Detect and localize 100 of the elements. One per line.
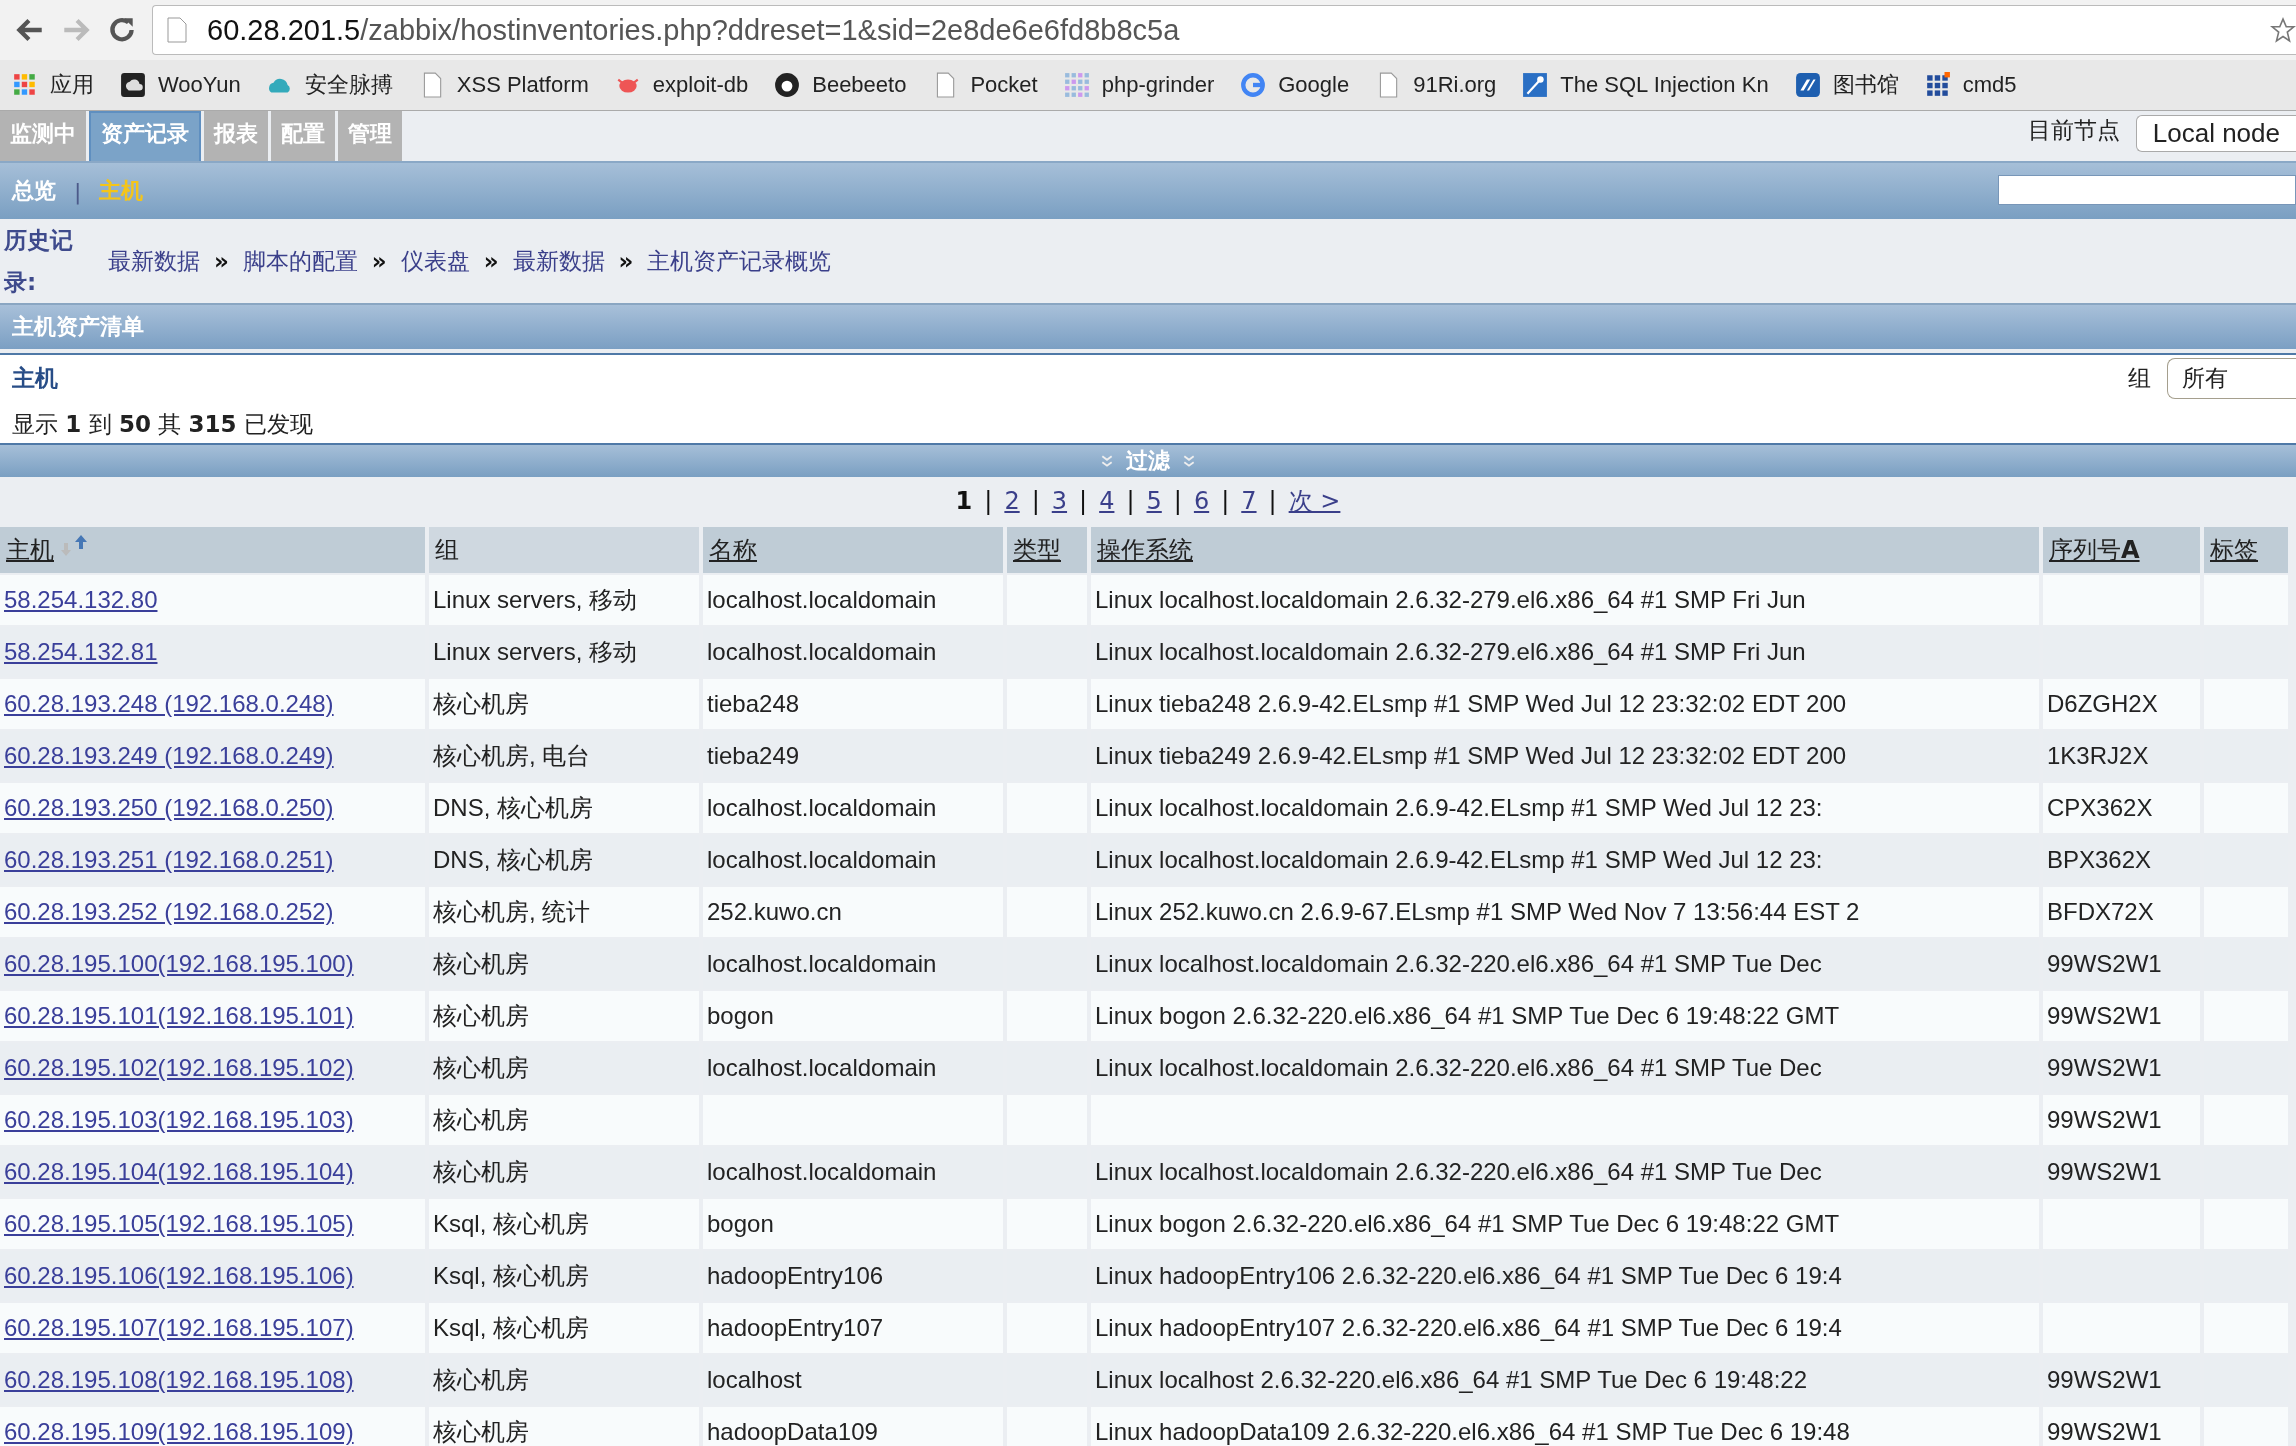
bookmark[interactable]: XSS Platform bbox=[418, 72, 589, 98]
page-link[interactable]: 2 bbox=[1004, 487, 1020, 515]
chevron-down-icon bbox=[1100, 454, 1114, 468]
table-cell: tieba248 bbox=[703, 679, 1003, 729]
breadcrumb-link[interactable]: 最新数据 bbox=[512, 245, 605, 277]
sort-arrows-icon bbox=[60, 534, 90, 558]
page-link[interactable]: 5 bbox=[1146, 487, 1162, 515]
table-cell: Linux bogon 2.6.32-220.el6.x86_64 #1 SMP Tue Dec 6 19:48:22 GMT bbox=[1091, 991, 2039, 1041]
page-link[interactable]: 3 bbox=[1051, 487, 1068, 515]
table-cell: Linux tieba248 2.6.9-42.ELsmp #1 SMP Wed Jul 12 23:32:02 EDT 200 bbox=[1091, 679, 2039, 729]
bookmark[interactable]: Google bbox=[1240, 72, 1350, 98]
table-cell: 核心机房 bbox=[429, 679, 699, 729]
bookmark[interactable]: php-grinder bbox=[1063, 72, 1215, 98]
star-icon[interactable] bbox=[2270, 17, 2296, 43]
table-cell: Linux 252.kuwo.cn 2.6.9-67.ELsmp #1 SMP Wed Nov 7 13:56:44 EST 2 bbox=[1091, 887, 2039, 937]
page-link[interactable]: 7 bbox=[1241, 487, 1257, 515]
page-separator: | bbox=[1268, 487, 1277, 515]
breadcrumb-separator: » bbox=[371, 248, 387, 274]
breadcrumb-separator: » bbox=[618, 248, 634, 274]
search-field[interactable] bbox=[1998, 175, 2296, 205]
breadcrumb-link[interactable]: 主机资产记录概览 bbox=[647, 245, 832, 277]
bookmark[interactable]: 图书馆 bbox=[1794, 70, 1899, 100]
result-summary: 显示 1 到 50 其 315 已发现 bbox=[12, 410, 313, 439]
column-header[interactable]: 名称 bbox=[703, 527, 1003, 573]
address-bar[interactable]: 60.28.201.5/zabbix/hostinventories.php?ddreset=1&sid=2e8de6e6fd8b8c5a bbox=[152, 5, 2296, 55]
host-link[interactable]: 60.28.193.248 (192.168.0.248) bbox=[0, 679, 425, 729]
breadcrumb-separator: » bbox=[483, 248, 499, 274]
table-cell: Linux hadoopEntry107 2.6.32-220.el6.x86_64 #1 SMP Tue Dec 6 19:4 bbox=[1091, 1303, 2039, 1353]
table-cell: CPX362X bbox=[2043, 783, 2200, 833]
bookmark[interactable]: The SQL Injection Kn bbox=[1522, 72, 1769, 98]
column-header[interactable]: 类型 bbox=[1007, 527, 1087, 573]
breadcrumb-link[interactable]: 脚本的配置 bbox=[242, 245, 358, 277]
bookmark-icon bbox=[12, 72, 38, 98]
table-cell: Linux localhost.localdomain 2.6.32-279.el6.x86_64 #1 SMP Fri Jun bbox=[1091, 575, 2039, 625]
table-cell: 核心机房 bbox=[429, 1095, 699, 1145]
bookmark-icon bbox=[1794, 72, 1821, 98]
host-link[interactable]: 60.28.195.105(192.168.195.105) bbox=[0, 1199, 425, 1249]
page-separator: | bbox=[1173, 487, 1182, 515]
bookmark[interactable]: 应用 bbox=[12, 70, 94, 100]
page-separator: | bbox=[984, 487, 993, 515]
group-select[interactable]: 所有 bbox=[2167, 357, 2296, 399]
page-separator: | bbox=[1126, 487, 1135, 515]
bookmark[interactable]: cmd5 bbox=[1924, 72, 2017, 98]
page-link[interactable]: 6 bbox=[1193, 487, 1210, 515]
table-cell: Ksql, 核心机房 bbox=[429, 1303, 699, 1353]
bookmark-icon bbox=[774, 72, 801, 98]
chevron-down-icon bbox=[1182, 454, 1196, 468]
column-header: 组 bbox=[429, 527, 699, 573]
table-cell: D6ZGH2X bbox=[2043, 679, 2200, 729]
page-link[interactable]: 1 bbox=[955, 487, 973, 515]
table-cell: Linux localhost.localdomain 2.6.9-42.ELsmp #1 SMP Wed Jul 12 23: bbox=[1091, 783, 2039, 833]
host-link[interactable]: 60.28.195.109(192.168.195.109) bbox=[0, 1407, 425, 1446]
host-link[interactable]: 60.28.193.250 (192.168.0.250) bbox=[0, 783, 425, 833]
host-link[interactable]: 60.28.195.107(192.168.195.107) bbox=[0, 1303, 425, 1353]
breadcrumb-link[interactable]: 最新数据 bbox=[108, 245, 200, 277]
table-cell: 99WS2W1 bbox=[2043, 1095, 2200, 1145]
column-header[interactable]: 操作系统 bbox=[1091, 527, 2039, 573]
host-link[interactable]: 58.254.132.80 bbox=[0, 575, 425, 625]
bookmark[interactable]: 安全脉搏 bbox=[266, 70, 393, 100]
host-link[interactable]: 60.28.193.252 (192.168.0.252) bbox=[0, 887, 425, 937]
bookmark[interactable]: WooYun bbox=[120, 72, 241, 98]
bookmark[interactable]: exploit-db bbox=[614, 72, 749, 98]
history-label: 历史记录: bbox=[3, 226, 74, 297]
breadcrumb-link[interactable]: 仪表盘 bbox=[400, 245, 470, 277]
table-cell: 核心机房, 统计 bbox=[429, 887, 699, 937]
page-icon bbox=[167, 17, 187, 43]
bookmark[interactable]: Beebeeto bbox=[774, 72, 907, 98]
table-cell: 252.kuwo.cn bbox=[703, 887, 1003, 937]
bookmark[interactable]: 91Ri.org bbox=[1375, 72, 1497, 98]
page-separator: | bbox=[1079, 487, 1088, 515]
panel-title: 主机 bbox=[12, 363, 58, 393]
node-select[interactable]: Local node bbox=[2135, 115, 2296, 152]
table-cell: Linux servers, 移动 bbox=[429, 575, 699, 625]
table-cell: bogon bbox=[703, 1199, 1003, 1249]
table-cell: DNS, 核心机房 bbox=[429, 783, 699, 833]
group-label: 组 bbox=[2128, 363, 2151, 393]
bookmark-icon bbox=[1924, 72, 1951, 98]
host-link[interactable]: 60.28.195.101(192.168.195.101) bbox=[0, 991, 425, 1041]
bookmark[interactable]: Pocket bbox=[932, 72, 1038, 98]
host-link[interactable]: 60.28.195.103(192.168.195.103) bbox=[0, 1095, 425, 1145]
table-cell: BFDX72X bbox=[2043, 887, 2200, 937]
column-header[interactable]: 主机 bbox=[0, 527, 425, 573]
page-link[interactable]: 4 bbox=[1099, 487, 1115, 515]
node-label: 目前节点 bbox=[2027, 116, 2120, 145]
bookmark-icon bbox=[120, 72, 146, 98]
next-page-link[interactable]: 次 > bbox=[1288, 485, 1341, 517]
table-cell: 99WS2W1 bbox=[2043, 991, 2200, 1041]
table-cell: bogon bbox=[703, 991, 1003, 1041]
page-separator: | bbox=[1221, 487, 1230, 515]
table-cell: localhost.localdomain bbox=[703, 783, 1003, 833]
table-cell: localhost.localdomain bbox=[703, 575, 1003, 625]
filter-label: 过滤 bbox=[1126, 447, 1170, 475]
table-cell: hadoopEntry107 bbox=[703, 1303, 1003, 1353]
separator: | bbox=[74, 178, 82, 204]
table-cell: 99WS2W1 bbox=[2043, 1407, 2200, 1446]
bookmark-icon bbox=[1240, 72, 1267, 98]
bookmark-icon bbox=[1063, 72, 1090, 98]
column-header[interactable]: 标签 bbox=[2204, 527, 2288, 573]
column-header[interactable]: 序列号A bbox=[2043, 527, 2200, 573]
table-cell: Linux bogon 2.6.32-220.el6.x86_64 #1 SMP Tue Dec 6 19:48:22 GMT bbox=[1091, 1199, 2039, 1249]
